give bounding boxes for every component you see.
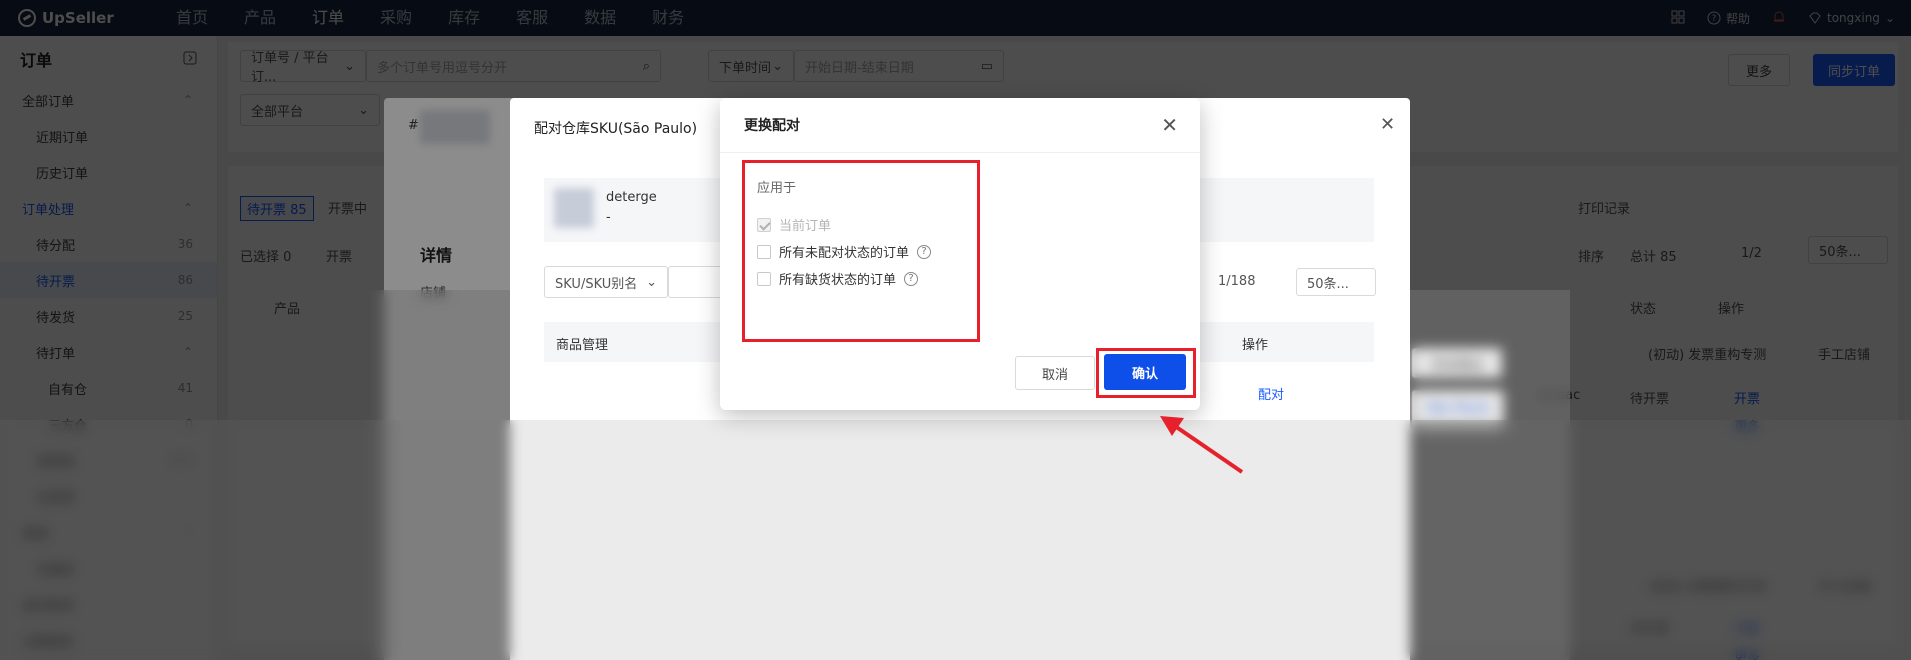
match-button[interactable]: 配对	[1258, 384, 1284, 403]
apply-option: 当前订单	[757, 215, 831, 234]
sku-filter-value: SKU/SKU别名	[555, 276, 638, 292]
cancel-label: 取消	[1041, 367, 1068, 383]
checkbox	[757, 217, 771, 232]
option-label: 当前订单	[779, 219, 832, 234]
checkbox[interactable]	[757, 271, 771, 286]
apply-option[interactable]: 所有缺货状态的订单?	[757, 269, 919, 288]
help-icon[interactable]: ?	[904, 271, 919, 286]
close-icon[interactable]: ✕	[1380, 114, 1395, 135]
col-action-label: 操作	[1242, 338, 1269, 353]
match-pager-label: 1/188	[1218, 274, 1256, 289]
col-manage: 商品管理	[556, 334, 608, 353]
chevron-down-icon: ⌄	[646, 274, 657, 290]
annotation-arrow-icon	[1160, 416, 1244, 474]
option-label: 所有缺货状态的订单	[779, 273, 897, 288]
col-action: 操作	[1242, 334, 1268, 353]
option-label: 所有未配对状态的订单	[779, 246, 910, 261]
confirm-label: 确认	[1131, 366, 1158, 382]
match-modal-title: 配对仓库SKU(São Paulo)	[534, 118, 697, 138]
dialog-title: 更换配对	[744, 118, 800, 134]
cancel-button[interactable]: 取消	[1015, 356, 1095, 390]
match-button-label: 配对	[1258, 388, 1285, 403]
apply-to-label: 应用于	[757, 181, 797, 196]
match-page-size[interactable]: 50条...	[1296, 268, 1376, 296]
apply-option[interactable]: 所有未配对状态的订单?	[757, 242, 932, 261]
sku-filter-select[interactable]: SKU/SKU别名 ⌄	[544, 266, 668, 298]
product-name-label: deterge	[606, 190, 657, 205]
help-icon[interactable]: ?	[917, 244, 932, 259]
product-thumbnail	[554, 188, 594, 228]
change-match-dialog: 更换配对 ✕ 应用于 当前订单 所有未配对状态的订单? 所有缺货状态的订单? 取消 …	[720, 98, 1200, 410]
apply-to-highlight: 应用于 当前订单 所有未配对状态的订单? 所有缺货状态的订单?	[742, 160, 980, 342]
match-title-label: 配对仓库SKU(São Paulo)	[534, 121, 698, 137]
match-pager: 1/188	[1218, 274, 1255, 289]
match-page-size-value: 50条...	[1307, 276, 1349, 292]
product-sub: -	[606, 210, 611, 225]
checkbox[interactable]	[757, 244, 771, 259]
blurred-area-bottom	[0, 420, 1911, 660]
product-sub-label: -	[606, 210, 611, 225]
close-icon[interactable]: ✕	[1161, 115, 1178, 135]
confirm-button[interactable]: 确认	[1104, 354, 1186, 390]
col-manage-label: 商品管理	[556, 338, 609, 353]
product-name: deterge	[606, 190, 657, 205]
dialog-header: 更换配对 ✕	[720, 98, 1200, 153]
